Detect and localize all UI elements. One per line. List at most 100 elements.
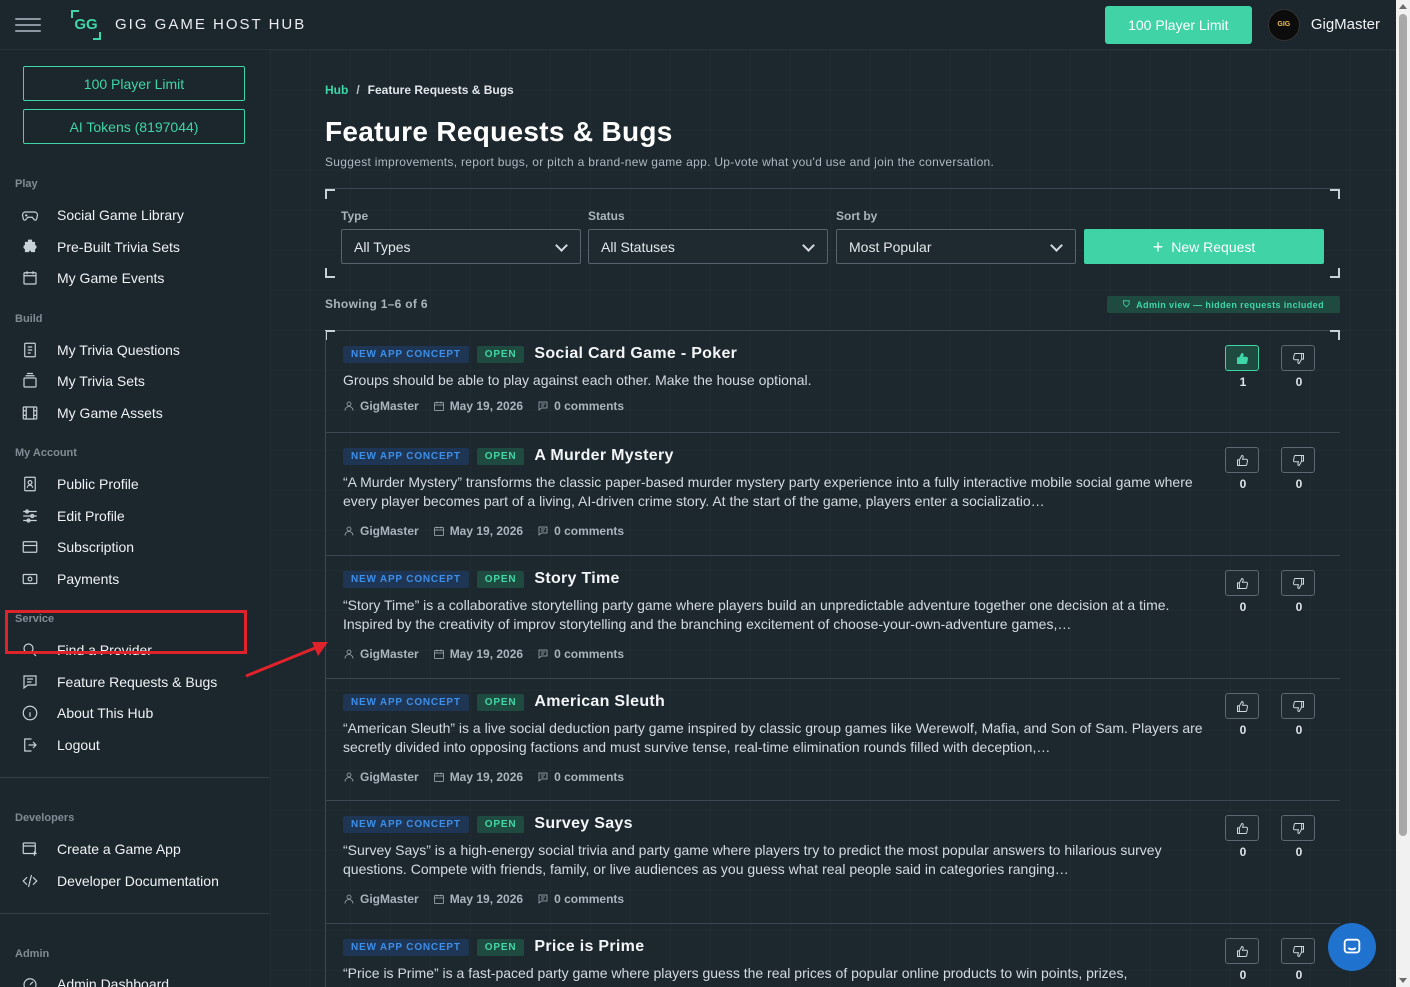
sidebar-item-my-trivia-questions[interactable]: My Trivia Questions (20, 338, 180, 362)
calendar-icon (433, 400, 445, 412)
request-title[interactable]: American Sleuth (534, 693, 665, 711)
status-badge: OPEN (476, 570, 525, 588)
sidebar-player-limit-button[interactable]: 100 Player Limit (23, 66, 245, 101)
chevron-down-icon (555, 239, 568, 252)
thumbs-down-icon[interactable] (1281, 345, 1315, 371)
comment-icon (537, 648, 549, 660)
request-title[interactable]: A Murder Mystery (534, 447, 673, 465)
request-card[interactable]: NEW APP CONCEPT OPEN Price is Prime “Price … (325, 924, 1340, 987)
request-comments[interactable]: 0 comments (554, 770, 624, 784)
thumbs-up-icon[interactable] (1225, 815, 1259, 841)
thumbs-down-icon[interactable] (1281, 938, 1315, 964)
request-comments[interactable]: 0 comments (554, 399, 624, 413)
calendar-icon (433, 771, 445, 783)
request-title[interactable]: Survey Says (534, 815, 632, 833)
page-subtitle: Suggest improvements, report bugs, or pi… (325, 155, 995, 169)
downvote: 0 (1281, 345, 1317, 389)
shield-icon: ⛉ (1123, 299, 1131, 309)
thumbs-down-icon[interactable] (1281, 815, 1315, 841)
request-title[interactable]: Story Time (534, 570, 619, 588)
message-square-icon (20, 672, 40, 692)
sort-select-value: Most Popular (849, 238, 932, 255)
user-icon (343, 400, 355, 412)
type-select[interactable]: All Types (341, 229, 581, 264)
thumbs-up-icon[interactable] (1225, 938, 1259, 964)
chevron-down-icon (1050, 239, 1063, 252)
player-limit-button[interactable]: 100 Player Limit (1104, 5, 1252, 44)
status-select[interactable]: All Statuses (588, 229, 828, 264)
request-author[interactable]: GigMaster (360, 892, 419, 906)
request-card[interactable]: NEW APP CONCEPT OPEN Story Time “Story Time… (325, 556, 1340, 679)
request-card[interactable]: NEW APP CONCEPT OPEN American Sleuth “Ameri… (325, 679, 1340, 801)
upvote: 0 (1225, 938, 1261, 982)
request-description: “Story Time” is a collaborative storytel… (343, 597, 1170, 632)
sidebar-item-create-game-app[interactable]: Create a Game App (20, 837, 181, 861)
calendar-icon (433, 648, 445, 660)
sidebar-item-label: Feature Requests & Bugs (57, 674, 218, 690)
sidebar-item-my-game-assets[interactable]: My Game Assets (20, 401, 163, 425)
scrollbar-thumb[interactable] (1399, 14, 1407, 836)
status-badge: OPEN (476, 345, 525, 363)
thumbs-up-icon[interactable] (1225, 345, 1259, 371)
sidebar-item-developer-docs[interactable]: Developer Documentation (20, 869, 219, 893)
chat-widget-button[interactable] (1328, 923, 1376, 971)
sidebar-item-admin-dashboard[interactable]: Admin Dashboard (20, 972, 169, 987)
admin-view-badge: ⛉ Admin view — hidden requests included (1107, 296, 1340, 313)
breadcrumb-hub-link[interactable]: Hub (325, 83, 348, 97)
request-comments[interactable]: 0 comments (554, 524, 624, 538)
hamburger-menu-icon[interactable] (15, 17, 41, 32)
request-title[interactable]: Social Card Game - Poker (534, 345, 737, 363)
request-title[interactable]: Price is Prime (534, 938, 644, 956)
thumbs-down-icon[interactable] (1281, 570, 1315, 596)
username[interactable]: GigMaster (1311, 16, 1380, 33)
logo[interactable]: GG (71, 9, 101, 40)
sidebar-item-edit-profile[interactable]: Edit Profile (20, 504, 125, 528)
downvote: 0 (1281, 938, 1317, 982)
type-tag: NEW APP CONCEPT (343, 815, 469, 833)
thumbs-up-icon[interactable] (1225, 447, 1259, 473)
upvote-count: 0 (1239, 723, 1247, 737)
request-description: “Survey Says” is a high-energy social tr… (343, 842, 1162, 877)
brand-title[interactable]: GIG GAME HOST HUB (115, 16, 306, 33)
request-card[interactable]: NEW APP CONCEPT OPEN Survey Says “Survey Sa… (325, 801, 1340, 924)
request-author[interactable]: GigMaster (360, 399, 419, 413)
thumbs-up-icon[interactable] (1225, 570, 1259, 596)
request-card[interactable]: NEW APP CONCEPT OPEN A Murder Mystery “A Mu… (325, 433, 1340, 556)
sidebar-item-label: Create a Game App (57, 841, 181, 857)
thumbs-up-icon[interactable] (1225, 693, 1259, 719)
sidebar-item-payments[interactable]: Payments (20, 567, 119, 591)
avatar[interactable]: GIG (1267, 8, 1300, 41)
request-date: May 19, 2026 (449, 647, 524, 661)
page-scrollbar[interactable] (1396, 0, 1410, 987)
upvote-count: 1 (1239, 375, 1247, 389)
request-comments[interactable]: 0 comments (554, 647, 624, 661)
sidebar-item-public-profile[interactable]: Public Profile (20, 472, 139, 496)
sidebar-item-label: Developer Documentation (57, 873, 219, 889)
sidebar-item-my-trivia-sets[interactable]: My Trivia Sets (20, 369, 145, 393)
new-request-button[interactable]: + New Request (1084, 229, 1324, 264)
sidebar-item-logout[interactable]: Logout (20, 733, 100, 757)
upvote: 0 (1225, 570, 1261, 614)
calendar-icon (433, 525, 445, 537)
thumbs-down-icon[interactable] (1281, 447, 1315, 473)
plus-icon: + (1152, 236, 1164, 257)
request-card[interactable]: NEW APP CONCEPT OPEN Social Card Game - Po… (325, 331, 1340, 433)
logo-text: GG (74, 16, 98, 33)
sidebar-item-subscription[interactable]: Subscription (20, 535, 134, 559)
request-author[interactable]: GigMaster (360, 770, 419, 784)
upvote: 0 (1225, 447, 1261, 491)
sidebar-item-feature-requests[interactable]: Feature Requests & Bugs (20, 670, 217, 694)
sidebar-item-about-hub[interactable]: About This Hub (20, 701, 153, 725)
comment-icon (537, 400, 549, 412)
request-description: Groups should be able to play against ea… (343, 372, 812, 388)
sidebar-item-my-game-events[interactable]: My Game Events (20, 266, 164, 290)
sidebar-item-social-game-library[interactable]: Social Game Library (20, 203, 184, 227)
status-filter-label: Status (588, 209, 625, 223)
sidebar-item-pre-built-trivia-sets[interactable]: Pre-Built Trivia Sets (20, 235, 180, 259)
request-author[interactable]: GigMaster (360, 524, 419, 538)
ai-tokens-button[interactable]: AI Tokens (8197044) (23, 109, 245, 144)
request-author[interactable]: GigMaster (360, 647, 419, 661)
sort-select[interactable]: Most Popular (836, 229, 1076, 264)
request-comments[interactable]: 0 comments (554, 892, 624, 906)
thumbs-down-icon[interactable] (1281, 693, 1315, 719)
